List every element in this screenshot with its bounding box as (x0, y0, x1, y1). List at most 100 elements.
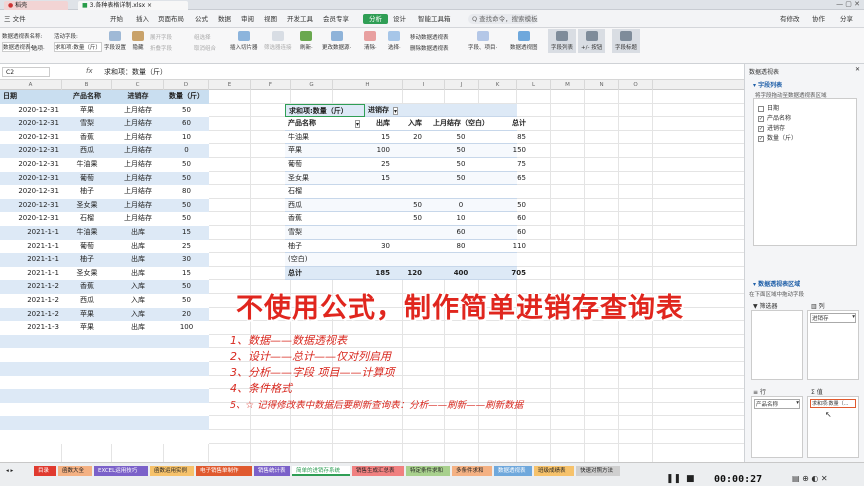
pivot-value[interactable] (393, 226, 425, 240)
insert-slicer-button[interactable]: 插入切片器 (230, 31, 258, 51)
header-type[interactable]: 进销存 (112, 90, 164, 104)
pivot-row-label[interactable]: 香蕉 (285, 212, 363, 226)
pivot-value[interactable]: 80 (425, 240, 497, 254)
cell-qty[interactable]: 50 (164, 280, 209, 294)
column-header-g[interactable]: G (291, 80, 333, 90)
menu-analyze[interactable]: 分析 (363, 14, 388, 24)
pivot-value[interactable] (425, 253, 497, 267)
menu-insert[interactable]: 插入 (136, 14, 149, 24)
cell-date[interactable]: 2021-1-2 (0, 280, 62, 294)
sheet-tab[interactable]: 简单的进销存系统 (292, 466, 350, 476)
pivot-value[interactable]: 100 (363, 144, 393, 158)
menu-file[interactable]: 三 文件 (4, 14, 26, 24)
cell-date[interactable]: 2021-1-3 (0, 321, 62, 335)
column-header-m[interactable]: M (551, 80, 585, 90)
cell-type[interactable]: 入库 (112, 280, 164, 294)
column-header-i[interactable]: I (403, 80, 445, 90)
collab-button[interactable]: 协作 (812, 14, 825, 24)
columns-zone[interactable]: 进销存 ▾ (807, 310, 859, 380)
cell-product[interactable]: 苹果 (62, 308, 112, 322)
sheet-tab[interactable]: 班级成绩表 (534, 466, 574, 476)
header-product[interactable]: 产品名称 (62, 90, 112, 104)
window-controls[interactable]: — ▢ ✕ (836, 0, 860, 8)
pivot-value[interactable] (497, 185, 529, 199)
select-button[interactable]: 选择· (388, 31, 401, 51)
areas-header[interactable]: ▾ 数据透视表区域 (753, 279, 800, 288)
tab-docer[interactable]: ● 稻壳 (4, 1, 68, 10)
menu-view[interactable]: 视图 (264, 14, 277, 24)
pivot-column-field[interactable]: 进销存 (365, 104, 395, 118)
menu-page-layout[interactable]: 页面布局 (158, 14, 184, 24)
filter-connection-button[interactable]: 筛选器连接 (264, 31, 292, 51)
sheet-tab[interactable]: EXCEL运用技巧 (94, 466, 148, 476)
menu-review[interactable]: 审阅 (241, 14, 254, 24)
pivot-value[interactable]: 30 (363, 240, 393, 254)
pivot-col-header[interactable]: 总计 (497, 117, 529, 131)
pivot-col-header[interactable]: 入库 (393, 117, 425, 131)
cell-product[interactable]: 苹果 (62, 321, 112, 335)
fx-icon[interactable]: fx (86, 67, 93, 75)
column-header-o[interactable]: O (619, 80, 653, 90)
sheet-tab[interactable]: 目录 (34, 466, 56, 476)
pivot-name-input[interactable]: 数据透视表4 (2, 42, 34, 52)
pivot-row-label[interactable]: 石榴 (285, 185, 363, 199)
cell-type[interactable]: 入库 (112, 294, 164, 308)
pivot-value[interactable] (393, 185, 425, 199)
menu-home[interactable]: 开始 (110, 14, 123, 24)
sheet-tab[interactable]: 快速对照方法 (576, 466, 620, 476)
pivot-value[interactable]: 15 (363, 172, 393, 186)
pivot-value[interactable] (393, 144, 425, 158)
sheet-tab[interactable]: 函数运用实例 (150, 466, 194, 476)
pivot-row-label[interactable]: 西瓜 (285, 199, 363, 213)
recording-tools-icon[interactable]: ▤ ⊕ ◐ ✕ (792, 474, 828, 483)
column-header-e[interactable]: E (209, 80, 251, 90)
collapse-field-button[interactable]: 折叠字段 (150, 44, 172, 52)
search-box[interactable]: Q 查找命令，搜索模板 (468, 14, 538, 24)
sheet-tab[interactable]: 数据透视表 (494, 466, 532, 476)
name-box[interactable]: C2 (2, 67, 50, 77)
cell-date[interactable]: 2021-1-2 (0, 294, 62, 308)
pivot-value[interactable]: 50 (425, 144, 497, 158)
tab-workbook[interactable]: ■ 3.各种表格详制.xlsx × (78, 1, 188, 10)
sheet-nav-arrows-icon[interactable]: ◂ ▸ (2, 466, 17, 476)
pivot-col-header[interactable]: 出库 (363, 117, 393, 131)
field-item[interactable]: ✓ 数量（斤） (758, 133, 797, 142)
field-item[interactable]: ✓ 进销存 (758, 123, 785, 132)
pivot-value[interactable]: 60 (497, 226, 529, 240)
pivot-col-header[interactable]: 上月结存（空白） (425, 117, 497, 131)
pivot-row-label[interactable]: 牛油果 (285, 131, 363, 145)
pivot-total-value[interactable]: 705 (497, 267, 529, 281)
sheet-tab[interactable]: 电子销售单制作 (196, 466, 252, 476)
cell-date[interactable]: 2021-1-2 (0, 308, 62, 322)
plus-minus-button[interactable]: +/- 按钮 (578, 29, 606, 53)
pivot-chart-button[interactable]: 数据透视图 (510, 31, 538, 51)
row-field-item[interactable]: 产品名称 ▾ (754, 399, 800, 409)
refresh-button[interactable]: 刷新· (300, 31, 313, 51)
pivot-value[interactable] (363, 226, 393, 240)
header-date[interactable]: 日期 (0, 90, 62, 104)
pivot-value[interactable]: 60 (425, 226, 497, 240)
column-header-n[interactable]: N (585, 80, 619, 90)
change-source-button[interactable]: 更改数据源· (322, 31, 351, 51)
header-qty[interactable]: 数量（斤） (164, 90, 209, 104)
pivot-value[interactable]: 85 (497, 131, 529, 145)
pivot-corner[interactable]: 求和项:数量（斤） (285, 103, 365, 118)
sheet-tab[interactable]: 特定条件求和 (406, 466, 450, 476)
cell-qty[interactable]: 20 (164, 308, 209, 322)
stop-icon[interactable]: ■ (686, 474, 695, 484)
cell-type[interactable]: 入库 (112, 308, 164, 322)
field-list-button[interactable]: 字段列表 (548, 29, 577, 53)
pivot-row-label[interactable]: 柚子 (285, 240, 363, 254)
column-header-k[interactable]: K (479, 80, 517, 90)
pivot-total-value[interactable]: 400 (425, 267, 497, 281)
field-header-button[interactable]: 字段标题 (612, 29, 641, 53)
options-button[interactable]: 选项· (32, 44, 45, 52)
checkbox-checked-icon[interactable]: ✓ (758, 115, 764, 122)
values-zone[interactable]: 求和项:数量（... (807, 396, 859, 458)
pivot-value[interactable]: 150 (497, 144, 529, 158)
pivot-value[interactable]: 50 (425, 172, 497, 186)
pivot-value[interactable] (425, 185, 497, 199)
pivot-value[interactable] (363, 185, 393, 199)
expand-field-button[interactable]: 展开字段 (150, 33, 172, 41)
pause-icon[interactable]: ❚❚ (666, 474, 681, 484)
